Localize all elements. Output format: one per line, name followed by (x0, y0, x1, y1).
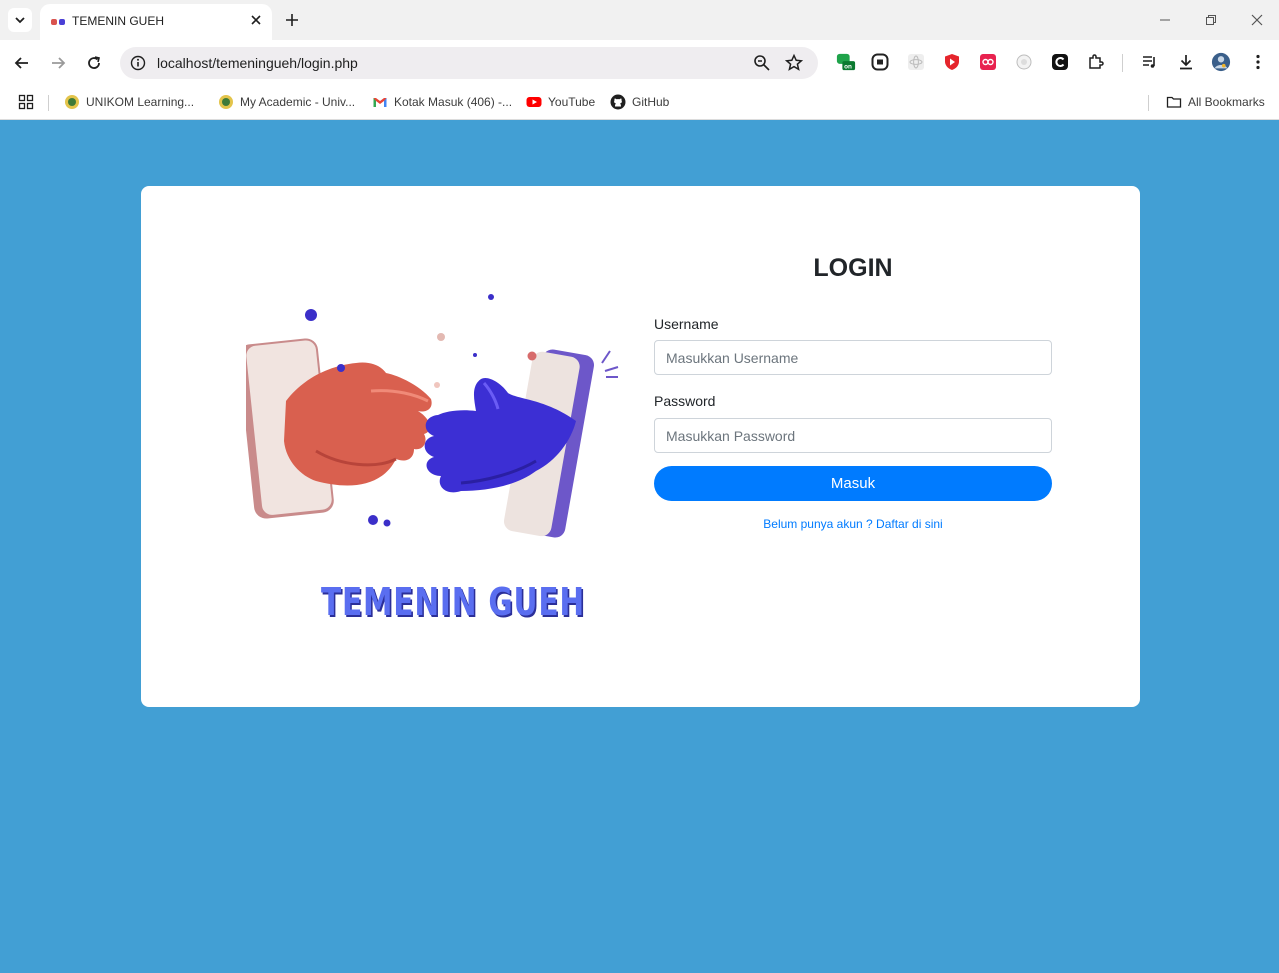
register-link[interactable]: Belum punya akun ? Daftar di sini (654, 517, 1052, 531)
github-icon (610, 94, 626, 110)
bookmark-github[interactable]: GitHub (610, 92, 669, 112)
restore-icon (1206, 15, 1216, 25)
bookmark-label: YouTube (548, 95, 596, 109)
tab-title: TEMENIN GUEH (72, 14, 165, 28)
new-tab-plus-icon[interactable] (282, 10, 302, 30)
apps-button[interactable] (18, 92, 34, 112)
close-window-button[interactable] (1242, 8, 1272, 32)
close-icon[interactable] (248, 12, 264, 28)
bookmark-label: Kotak Masuk (406) -... (394, 95, 513, 109)
tab-strip: TEMENIN GUEH (0, 0, 1279, 40)
extension-circle-icon[interactable] (1014, 52, 1034, 72)
all-bookmarks-button[interactable]: All Bookmarks (1166, 92, 1265, 112)
download-icon[interactable] (1176, 52, 1196, 72)
bookmark-label: UNIKOM Learning... (86, 95, 195, 109)
more-menu-icon[interactable] (1248, 52, 1268, 72)
bookmark-label: GitHub (632, 95, 670, 109)
address-bar[interactable]: localhost/temeningueh/login.php (120, 47, 818, 79)
active-tab[interactable]: TEMENIN GUEH (40, 4, 272, 40)
password-input[interactable] (654, 418, 1052, 453)
bookmark-youtube[interactable]: YouTube (526, 92, 595, 112)
arrow-right-icon (52, 57, 66, 69)
bookmarks-divider (48, 95, 49, 111)
zoom-icon[interactable] (752, 53, 772, 73)
tab-search-button[interactable] (8, 8, 32, 32)
close-icon (1251, 14, 1263, 26)
brand-logo-text: TEMENIN GUEH (321, 580, 585, 624)
profile-avatar-icon[interactable] (1211, 52, 1231, 72)
minimize-icon (1160, 19, 1170, 21)
extension-on-icon[interactable]: on (836, 52, 856, 72)
arrow-left-icon (14, 57, 28, 69)
minimize-button[interactable] (1150, 8, 1180, 32)
info-icon[interactable] (130, 55, 146, 71)
username-label: Username (654, 316, 719, 332)
browser-toolbar: localhost/temeningueh/login.php on (0, 40, 1279, 86)
bookmark-unikom-learning[interactable]: UNIKOM Learning... (64, 92, 194, 112)
folder-icon (1166, 96, 1182, 108)
extension-screen-icon[interactable] (870, 52, 890, 72)
extensions-puzzle-icon[interactable] (1086, 52, 1106, 72)
bookmarks-bar: UNIKOM Learning... My Academic - Univ...… (0, 86, 1279, 120)
media-controls-icon[interactable] (1140, 52, 1160, 72)
bookmark-gmail[interactable]: Kotak Masuk (406) -... (372, 92, 512, 112)
all-bookmarks-label: All Bookmarks (1188, 95, 1265, 109)
unikom-logo-icon (219, 95, 233, 109)
youtube-icon (526, 97, 542, 107)
reload-button[interactable] (82, 51, 106, 75)
forward-button[interactable] (46, 51, 70, 75)
username-input[interactable] (654, 340, 1052, 375)
gmail-icon (373, 98, 387, 107)
apps-grid-icon (18, 94, 34, 110)
url-text[interactable]: localhost/temeningueh/login.php (157, 55, 358, 71)
chevron-down-icon (15, 17, 25, 24)
unikom-logo-icon (65, 95, 79, 109)
bookmark-my-academic[interactable]: My Academic - Univ... (218, 92, 355, 112)
page-title: LOGIN (813, 254, 893, 282)
back-button[interactable] (10, 51, 34, 75)
extension-c-icon[interactable] (1050, 52, 1070, 72)
password-label: Password (654, 393, 716, 409)
extension-react-icon[interactable] (906, 52, 926, 72)
site-favicon-icon (51, 19, 65, 25)
reload-icon (88, 56, 100, 69)
svg-text:on: on (844, 63, 852, 70)
login-button[interactable]: Masuk (654, 466, 1052, 501)
extension-shield-icon[interactable] (942, 52, 962, 72)
restore-button[interactable] (1196, 8, 1226, 32)
bookmarks-divider (1148, 95, 1149, 111)
extension-pink-icon[interactable] (978, 52, 998, 72)
handshake-illustration (246, 294, 619, 538)
bookmark-label: My Academic - Univ... (240, 95, 356, 109)
login-card: TEMENIN GUEH LOGIN Username Password Mas… (141, 186, 1140, 707)
toolbar-divider (1122, 54, 1123, 72)
bookmark-star-icon[interactable] (784, 53, 804, 73)
